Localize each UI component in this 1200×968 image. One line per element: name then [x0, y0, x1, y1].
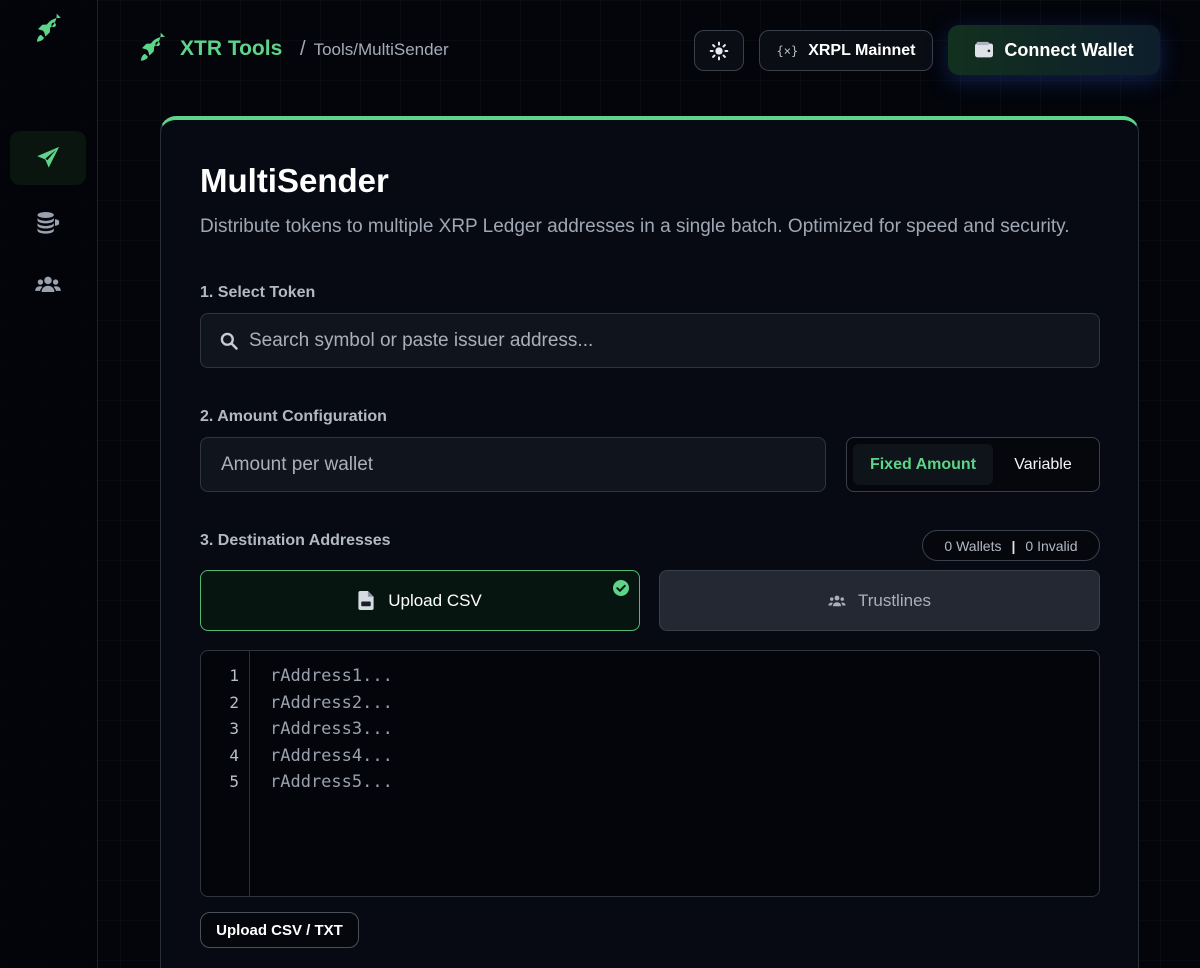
multisender-card: MultiSender Distribute tokens to multipl… [160, 116, 1139, 968]
wallet-icon [975, 41, 994, 58]
sidebar-item-multisender[interactable] [10, 131, 86, 185]
token-search-field[interactable] [200, 313, 1100, 368]
address-line: rAddress2... [270, 692, 393, 713]
theme-toggle-button[interactable] [694, 30, 744, 71]
app-name: XTR Tools [180, 37, 283, 60]
mode-variable[interactable]: Variable [993, 444, 1093, 485]
amount-field[interactable] [200, 437, 826, 492]
tab-upload-csv[interactable]: Upload CSV [200, 570, 640, 631]
rocket-icon [140, 32, 166, 61]
users-icon [35, 276, 61, 292]
line-number: 4 [229, 745, 239, 765]
check-circle-icon [613, 580, 629, 596]
invalid-count: 0 Invalid [1025, 537, 1078, 554]
tab-upload-csv-label: Upload CSV [388, 590, 482, 610]
search-icon [220, 332, 238, 350]
network-selector-button[interactable]: {×} XRPL Mainnet [759, 30, 933, 71]
address-line: rAddress4... [270, 745, 393, 766]
token-search-input[interactable] [249, 329, 1099, 352]
amount-mode-toggle: Fixed Amount Variable [846, 437, 1100, 492]
wallets-count: 0 Wallets [944, 537, 1002, 554]
destination-label: 3. Destination Addresses [200, 532, 391, 549]
breadcrumb-separator: / [300, 38, 306, 60]
line-number: 2 [229, 692, 239, 712]
network-label: XRPL Mainnet [808, 41, 916, 59]
page-subtitle: Distribute tokens to multiple XRP Ledger… [200, 216, 1070, 237]
mode-fixed-amount[interactable]: Fixed Amount [853, 444, 993, 485]
line-number: 3 [229, 719, 239, 738]
sidebar-item-community[interactable] [10, 258, 86, 312]
amount-config-label: 2. Amount Configuration [200, 408, 387, 425]
page-title: MultiSender [200, 162, 389, 199]
address-line: rAddress3... [270, 719, 393, 739]
sidebar-item-tokens[interactable] [10, 195, 86, 249]
select-token-label: 1. Select Token [200, 284, 316, 301]
breadcrumb: / Tools/MultiSender [300, 38, 449, 61]
coins-icon [37, 211, 60, 234]
rocket-logo-icon[interactable] [32, 13, 66, 47]
sun-icon [709, 41, 729, 60]
sidebar-rail [0, 0, 98, 968]
tab-trustlines-label: Trustlines [857, 590, 932, 610]
tab-trustlines[interactable]: Trustlines [659, 570, 1100, 631]
connect-wallet-button[interactable]: Connect Wallet [948, 25, 1160, 75]
count-separator: | [1011, 537, 1016, 554]
send-icon [37, 146, 60, 168]
csv-file-icon [358, 591, 374, 610]
network-icon: {×} [776, 43, 799, 58]
breadcrumb-path[interactable]: Tools/MultiSender [314, 40, 449, 59]
line-number-gutter: 1 2 3 4 5 [201, 651, 250, 896]
upload-csv-txt-button[interactable]: Upload CSV / TXT [200, 912, 359, 948]
address-line: rAddress5... [270, 772, 393, 792]
line-number: 1 [229, 666, 239, 685]
line-number: 5 [229, 772, 239, 791]
address-lines[interactable]: rAddress1... rAddress2... rAddress3... r… [270, 666, 393, 799]
address-line: rAddress1... [270, 666, 393, 686]
brand[interactable]: XTR Tools [136, 32, 282, 66]
connect-wallet-label: Connect Wallet [1004, 39, 1134, 60]
users-icon [828, 595, 846, 606]
address-editor[interactable]: 1 2 3 4 5 rAddress1... rAddress2... rAdd… [200, 650, 1100, 897]
address-count-badge: 0 Wallets | 0 Invalid [922, 530, 1100, 561]
amount-per-wallet-input[interactable] [221, 453, 825, 476]
